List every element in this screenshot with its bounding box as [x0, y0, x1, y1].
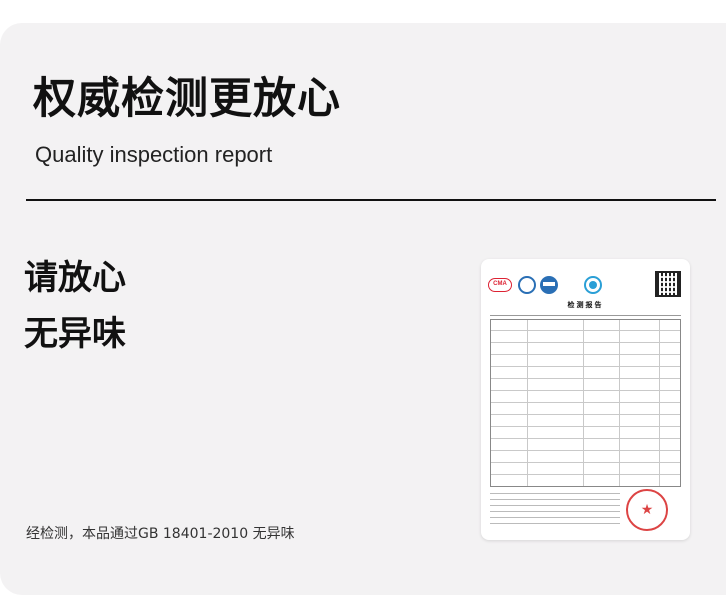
lab-logo-icon	[584, 276, 602, 294]
tagline-odorless: 无异味	[24, 314, 126, 354]
title-divider	[26, 199, 716, 201]
footer-note: 经检测，本品通过GB 18401-2010 无异味	[26, 526, 295, 542]
report-heading: 检测报告	[567, 301, 604, 309]
qr-code-icon	[655, 271, 681, 297]
official-stamp-icon: ★	[626, 489, 668, 531]
tagline-reassurance: 请放心	[24, 258, 126, 298]
report-notes	[490, 491, 620, 529]
certification-logos: CMA	[488, 275, 608, 295]
report-table	[490, 319, 681, 487]
inspection-report-card: CMA 检测报告 ★	[481, 259, 690, 540]
cma-logo-icon: CMA	[488, 278, 512, 292]
cnas-logo-icon	[540, 276, 558, 294]
report-sheet: CMA 检测报告 ★	[486, 267, 685, 535]
report-meta-line	[490, 312, 681, 316]
page-title: 权威检测更放心	[33, 74, 341, 124]
page-subtitle: Quality inspection report	[35, 142, 273, 167]
ilac-logo-icon	[518, 276, 536, 294]
